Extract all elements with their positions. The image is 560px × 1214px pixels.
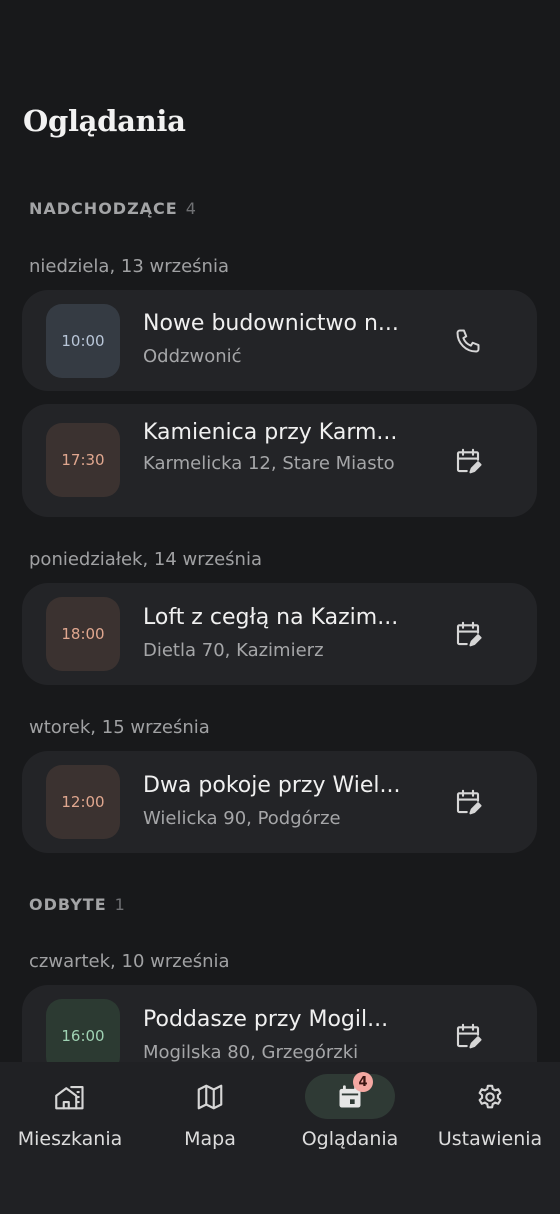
calendar-edit-icon[interactable]	[448, 1016, 488, 1056]
section-header-past: ODBYTE 1	[29, 895, 125, 914]
gear-icon	[445, 1074, 535, 1119]
time-badge: 10:00	[46, 304, 120, 378]
section-label: ODBYTE	[29, 895, 107, 914]
nav-label: Ustawienia	[437, 1128, 543, 1150]
date-label: czwartek, 10 września	[29, 951, 230, 972]
date-label: wtorek, 15 września	[29, 717, 210, 738]
time-badge: 18:00	[46, 597, 120, 671]
viewing-card[interactable]: 12:00 Dwa pokoje przy Wiel... Wielicka 9…	[22, 751, 537, 853]
calendar-edit-icon[interactable]	[448, 614, 488, 654]
map-icon	[165, 1074, 255, 1119]
calendar-edit-icon[interactable]	[448, 782, 488, 822]
viewing-card[interactable]: 17:30 Kamienica przy Karm... Karmelicka …	[22, 404, 537, 517]
section-header-upcoming: NADCHODZĄCE 4	[29, 199, 196, 218]
section-count: 1	[114, 895, 125, 914]
viewing-title: Dwa pokoje przy Wiel...	[143, 773, 401, 798]
nav-item-ogladania[interactable]: 4 Oglądania	[280, 1062, 420, 1214]
phone-icon[interactable]	[448, 321, 488, 361]
date-label: niedziela, 13 września	[29, 256, 229, 277]
viewing-subtitle: Karmelicka 12, Stare Miasto	[143, 453, 395, 474]
viewing-card[interactable]: 10:00 Nowe budownictwo n... Oddzwonić	[22, 290, 537, 391]
viewing-subtitle: Dietla 70, Kazimierz	[143, 640, 324, 661]
viewing-title: Nowe budownictwo n...	[143, 311, 399, 336]
viewing-title: Kamienica przy Karm...	[143, 420, 398, 445]
nav-item-mapa[interactable]: Mapa	[140, 1062, 280, 1214]
viewing-card[interactable]: 18:00 Loft z cegłą na Kazim... Dietla 70…	[22, 583, 537, 685]
calendar-edit-icon[interactable]	[448, 441, 488, 481]
nav-label: Oglądania	[301, 1128, 399, 1150]
building-icon	[25, 1074, 115, 1119]
section-count: 4	[185, 199, 196, 218]
date-label: poniedziałek, 14 września	[29, 549, 262, 570]
time-badge: 12:00	[46, 765, 120, 839]
calendar-icon: 4	[305, 1072, 395, 1119]
nav-item-ustawienia[interactable]: Ustawienia	[420, 1062, 560, 1214]
viewing-title: Poddasze przy Mogil...	[143, 1007, 389, 1032]
nav-label: Mapa	[184, 1128, 236, 1150]
notification-badge: 4	[353, 1072, 373, 1092]
viewing-subtitle: Oddzwonić	[143, 346, 242, 367]
nav-item-mieszkania[interactable]: Mieszkania	[0, 1062, 140, 1214]
page-title: Oglądania	[23, 104, 186, 138]
time-badge: 17:30	[46, 423, 120, 497]
section-label: NADCHODZĄCE	[29, 199, 178, 218]
viewing-title: Loft z cegłą na Kazim...	[143, 605, 399, 630]
bottom-navigation: Mieszkania Mapa 4 Oglądania Ustawienia	[0, 1062, 560, 1214]
viewing-subtitle: Wielicka 90, Podgórze	[143, 808, 341, 829]
nav-label: Mieszkania	[17, 1128, 123, 1150]
